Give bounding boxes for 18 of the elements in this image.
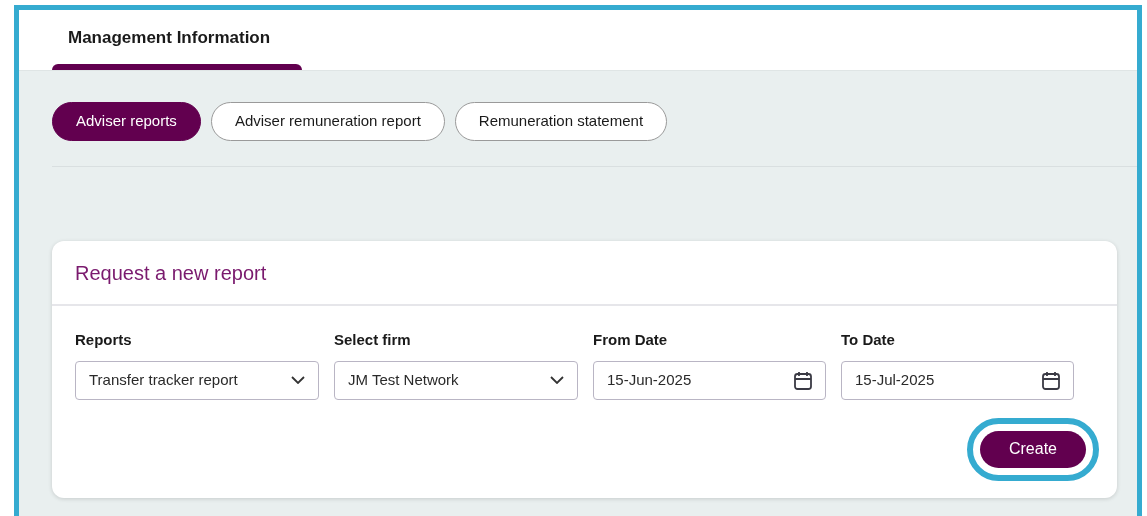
field-label: Select firm xyxy=(334,330,412,350)
calendar-icon xyxy=(794,370,812,390)
create-button[interactable]: Create xyxy=(980,430,1086,468)
field-label: Reports xyxy=(75,330,133,350)
calendar-icon xyxy=(1042,370,1060,390)
dropdown-field[interactable]: Transfer tracker report xyxy=(75,360,319,400)
report-tab[interactable]: Adviser reports xyxy=(52,102,201,141)
tab-label[interactable]: Management Information xyxy=(52,24,302,64)
dropdown-field[interactable]: JM Test Network xyxy=(334,360,578,400)
chevron-down-icon xyxy=(550,376,564,384)
date-field[interactable]: 15-Jun-2025 xyxy=(593,360,826,400)
report-tab[interactable]: Remuneration statement xyxy=(454,102,668,141)
report-tab[interactable]: Adviser remuneration report xyxy=(210,102,445,141)
chevron-down-icon xyxy=(291,376,305,384)
field-label: From Date xyxy=(593,330,669,350)
field-label: To Date xyxy=(841,330,896,350)
card-title: Request a new report xyxy=(75,260,267,286)
date-field[interactable]: 15-Jul-2025 xyxy=(841,360,1074,400)
